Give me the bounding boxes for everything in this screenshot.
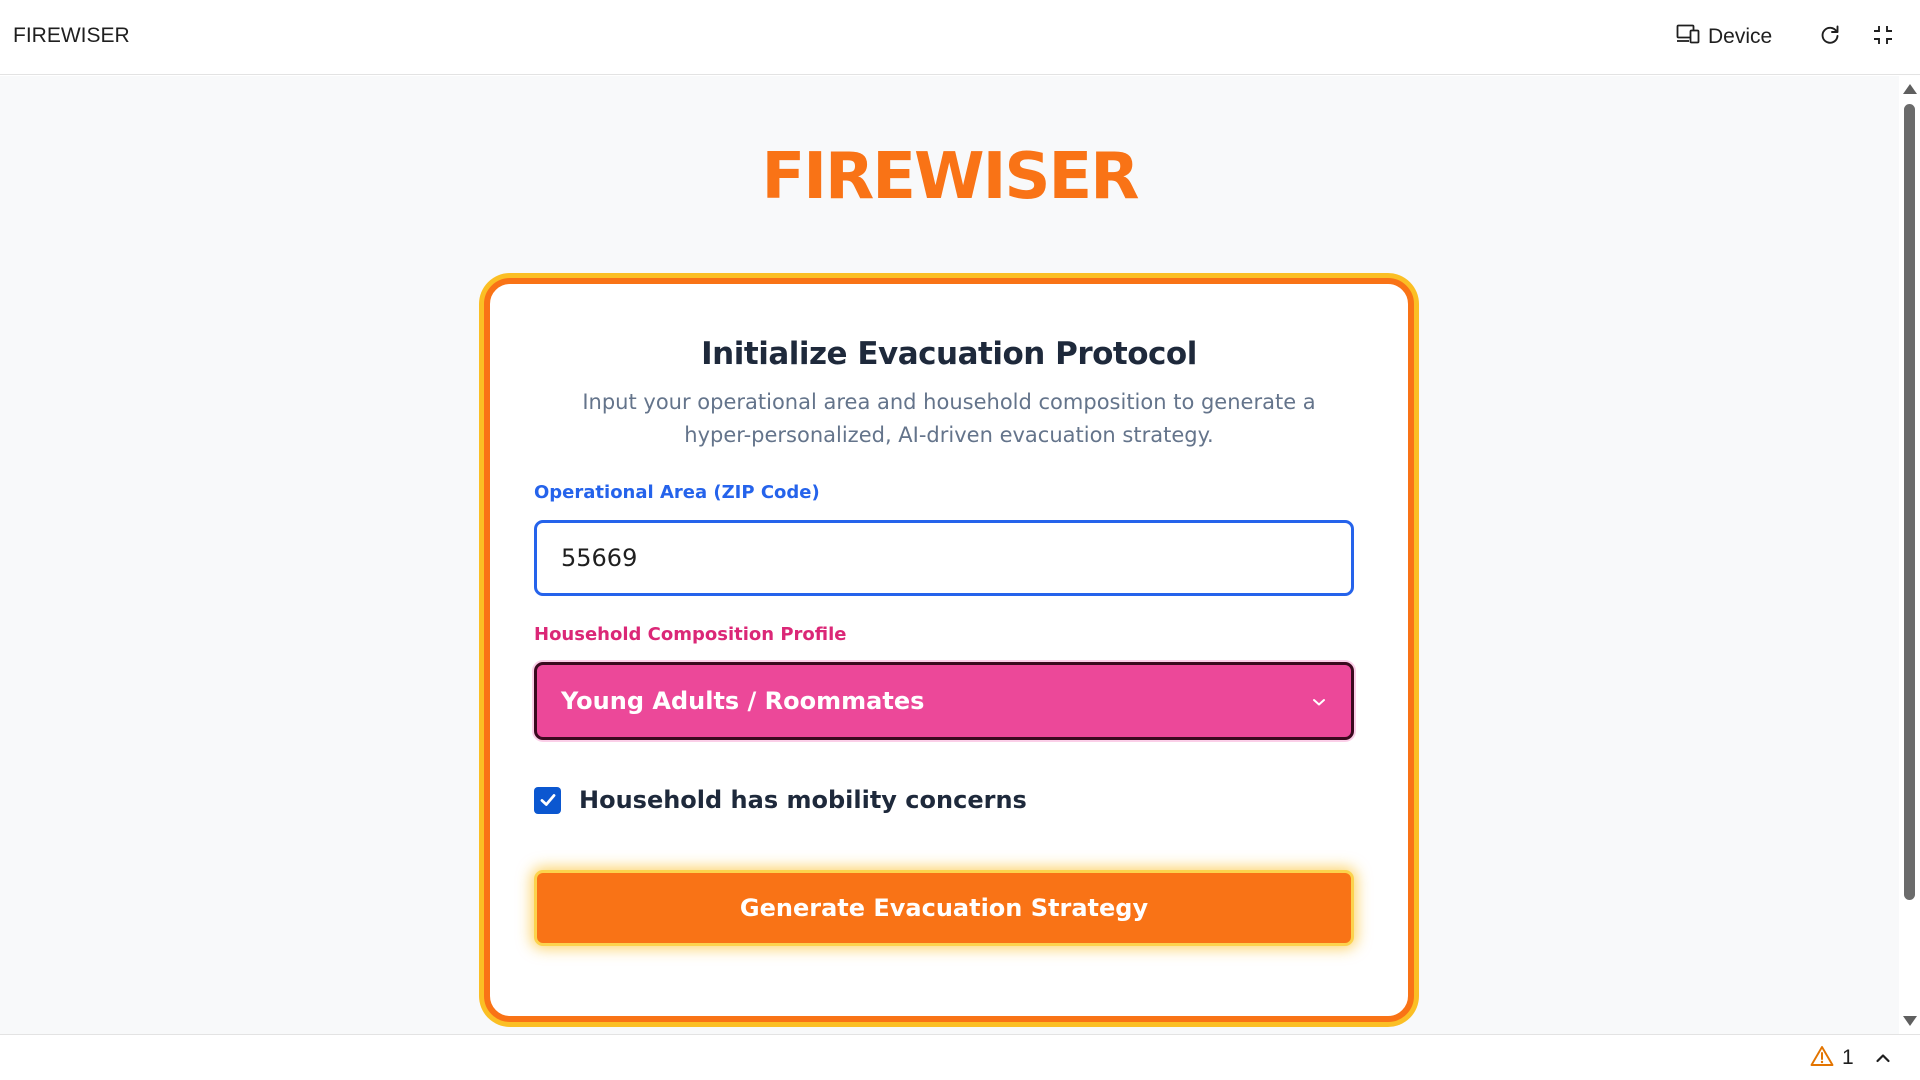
household-label: Household Composition Profile [534,624,847,645]
scroll-up-arrow-icon[interactable] [1903,84,1917,94]
scroll-down-arrow-icon[interactable] [1903,1016,1917,1026]
warning-count: 1 [1842,1046,1854,1069]
household-selected-value: Young Adults / Roommates [561,687,925,715]
warning-icon [1810,1045,1834,1071]
generate-strategy-button[interactable]: Generate Evacuation Strategy [534,870,1354,946]
chevron-up-icon [1875,1049,1891,1068]
mobility-checkbox-row[interactable]: Household has mobility concerns [534,784,1027,816]
devices-icon [1676,24,1700,50]
vertical-scrollbar[interactable] [1899,76,1920,1034]
scrollbar-thumb[interactable] [1904,104,1915,900]
form-title: Initialize Evacuation Protocol [701,336,1197,372]
preview-viewport: FIREWISER Initialize Evacuation Protocol… [0,76,1899,1034]
device-label: Device [1708,25,1773,48]
brand-logo-text: FIREWISER [761,140,1139,214]
mobility-label: Household has mobility concerns [579,786,1027,814]
zip-label: Operational Area (ZIP Code) [534,482,820,503]
check-icon [540,794,555,806]
refresh-icon [1819,24,1841,50]
form-subtitle: Input your operational area and househol… [582,390,1316,447]
shrink-button[interactable] [1868,22,1898,52]
app-title: FIREWISER [13,24,130,47]
collapse-button[interactable] [1870,1045,1896,1071]
top-bar: FIREWISER Device [0,0,1920,75]
chevron-down-icon [1311,692,1327,711]
household-select[interactable]: Young Adults / Roommates [534,662,1354,740]
evacuation-form-card: Initialize Evacuation Protocol Input you… [484,278,1414,1022]
shrink-icon [1872,24,1894,50]
status-bar: 1 [0,1034,1920,1080]
warnings-indicator[interactable]: 1 [1810,1045,1854,1071]
mobility-checkbox[interactable] [534,786,561,814]
zip-input[interactable] [534,520,1354,596]
refresh-button[interactable] [1815,22,1845,52]
device-button[interactable]: Device [1676,20,1772,54]
